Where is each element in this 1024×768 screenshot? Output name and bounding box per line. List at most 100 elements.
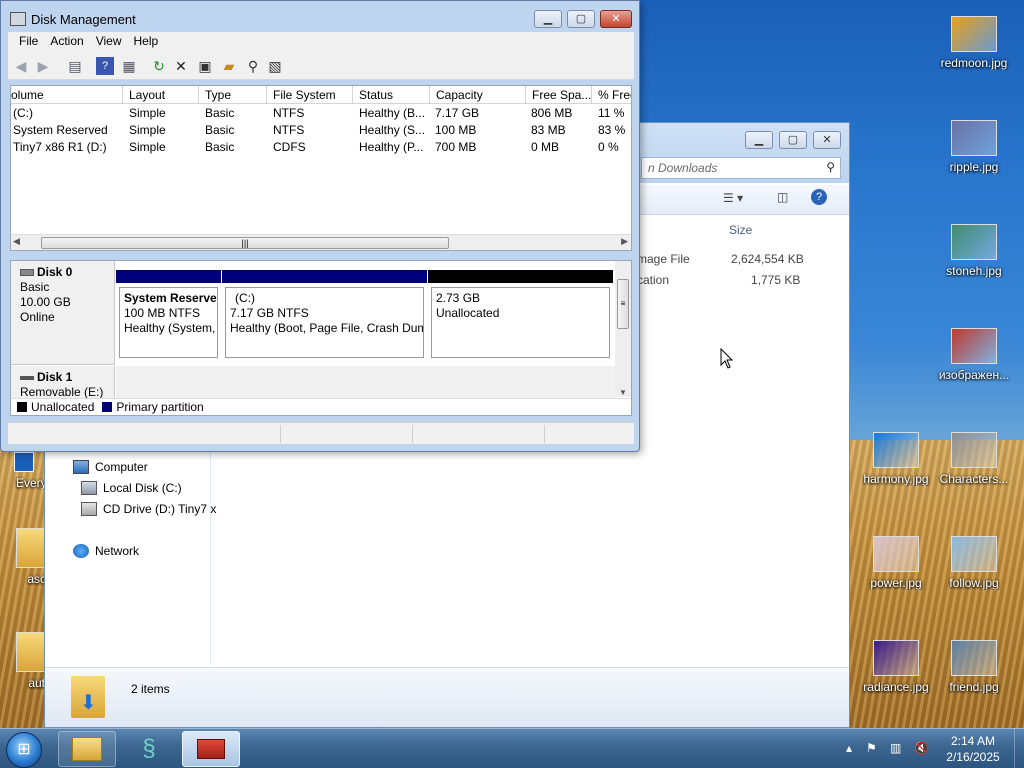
image-thumbnail-icon xyxy=(873,640,919,676)
search-input[interactable]: n Downloads ⚲ xyxy=(641,157,841,179)
app-icon: § xyxy=(142,735,156,762)
partition-unallocated[interactable]: 2.73 GB Unallocated xyxy=(428,270,613,358)
desktop-icon-6[interactable]: power.jpg xyxy=(856,536,936,590)
volume-cell: 700 MB xyxy=(435,140,477,154)
vertical-scrollbar[interactable]: ≡ ▼ xyxy=(615,261,631,397)
scrollbar-thumb[interactable]: ≡ xyxy=(617,279,629,329)
image-thumbnail-icon xyxy=(951,16,997,52)
image-thumbnail-icon xyxy=(951,328,997,364)
back-arrow-icon[interactable]: ◀ xyxy=(12,57,30,75)
settings-icon[interactable]: ▧ xyxy=(266,57,284,75)
minimize-button[interactable]: ▁ xyxy=(534,10,562,28)
image-thumbnail-icon xyxy=(951,640,997,676)
help-icon[interactable]: ? xyxy=(96,57,114,75)
volume-muted-icon[interactable]: 🔇 xyxy=(914,741,929,755)
desktop-icon-5[interactable]: Characters... xyxy=(934,432,1014,486)
window-title: Disk Management xyxy=(31,12,136,27)
partition-system-reserved[interactable]: System Reserve 100 MB NTFS Healthy (Syst… xyxy=(116,270,221,358)
desktop-icon-4[interactable]: harmony.jpg xyxy=(856,432,936,486)
explore-icon[interactable]: ⚲ xyxy=(244,57,262,75)
refresh-icon[interactable]: ↻ xyxy=(150,57,168,75)
column-header-size[interactable]: Size xyxy=(729,223,752,237)
volume-row[interactable]: Tiny7 x86 R1 (D:) Simple Basic CDFS Healthy … xyxy=(11,139,631,156)
computer-icon xyxy=(73,460,89,474)
mouse-cursor xyxy=(720,348,734,369)
column-header-status[interactable]: Status xyxy=(353,86,430,104)
volume-cell: Healthy (P... xyxy=(359,140,424,154)
desktop-icon-7[interactable]: follow.jpg xyxy=(934,536,1014,590)
column-header-file-system[interactable]: File System xyxy=(267,86,353,104)
close-button[interactable]: ✕ xyxy=(813,131,841,149)
legend: Unallocated Primary partition xyxy=(11,398,631,415)
column-header-volume[interactable]: olume xyxy=(11,86,123,104)
volume-cell: Tiny7 x86 R1 (D:) xyxy=(13,140,107,154)
show-hide-console-tree-icon[interactable]: ▤ xyxy=(66,57,84,75)
desktop-icon-label: ripple.jpg xyxy=(949,160,999,174)
volume-cell: System Reserved xyxy=(13,123,108,137)
scrollbar-thumb[interactable]: ||| xyxy=(41,237,449,249)
maximize-button[interactable]: ▢ xyxy=(567,10,595,28)
desktop-icon-label: follow.jpg xyxy=(949,576,999,590)
clock[interactable]: 2:14 AM 2/16/2025 xyxy=(934,733,1012,765)
legend-primary-swatch xyxy=(102,402,113,412)
file-row-name[interactable]: mage File xyxy=(637,252,690,266)
disk-graphical-view: Disk 0 Basic 10.00 GB Online System Rese… xyxy=(10,260,632,416)
desktop-icon-8[interactable]: radiance.jpg xyxy=(856,640,936,694)
nav-item-network[interactable]: Network xyxy=(73,544,139,558)
action-center-flag-icon[interactable]: ⚑ xyxy=(866,741,877,755)
horizontal-scrollbar[interactable]: ◀ ||| ▶ xyxy=(11,234,631,250)
nav-item-computer[interactable]: Computer xyxy=(73,460,148,474)
volume-cell: NTFS xyxy=(273,106,305,120)
disk0-header[interactable]: Disk 0 Basic 10.00 GB Online xyxy=(11,261,115,365)
close-button[interactable]: ✕ xyxy=(600,10,632,28)
column-header-free-space[interactable]: Free Spa... xyxy=(526,86,592,104)
removable-disk-icon xyxy=(20,375,34,380)
scroll-right-arrow-icon[interactable]: ▶ xyxy=(621,236,628,247)
help-icon[interactable]: ? xyxy=(811,189,827,205)
taskbar-disk-management-button[interactable] xyxy=(182,731,240,767)
scroll-left-arrow-icon[interactable]: ◀ xyxy=(13,236,20,247)
column-header-layout[interactable]: Layout xyxy=(123,86,199,104)
delete-icon[interactable]: ✕ xyxy=(172,57,190,75)
desktop-icon-label: redmoon.jpg xyxy=(940,56,1008,70)
taskbar-explorer-button[interactable] xyxy=(58,731,116,767)
desktop-icon-9[interactable]: friend.jpg xyxy=(934,640,1014,694)
menu-view[interactable]: View xyxy=(90,32,128,48)
show-hidden-icons-icon[interactable]: ▴ xyxy=(846,741,852,755)
partition-c[interactable]: (C:) 7.17 GB NTFS Healthy (Boot, Page Fi… xyxy=(222,270,427,358)
partition-status: Healthy (Boot, Page File, Crash Dum xyxy=(230,321,424,335)
properties-icon[interactable]: ▣ xyxy=(196,57,214,75)
taskbar-app-button[interactable]: § xyxy=(120,731,178,767)
image-thumbnail-icon xyxy=(951,536,997,572)
legend-unallocated-label: Unallocated xyxy=(31,400,95,414)
status-pane xyxy=(412,425,544,443)
desktop-icon-1[interactable]: ripple.jpg xyxy=(934,120,1014,174)
desktop-icon-3[interactable]: изображен... xyxy=(934,328,1014,382)
forward-arrow-icon[interactable]: ▶ xyxy=(34,57,52,75)
volume-row[interactable]: (C:) Simple Basic NTFS Healthy (B... 7.17 GB 8… xyxy=(11,105,631,122)
downloads-folder-icon: ⬇ xyxy=(71,676,105,718)
disk-management-window: Disk Management ▁ ▢ ✕ File Action View Help… xyxy=(0,0,640,452)
maximize-button[interactable]: ▢ xyxy=(779,131,807,149)
nav-item-local-disk[interactable]: Local Disk (C:) xyxy=(81,481,182,495)
view-options-icon[interactable]: ☰ ▾ xyxy=(723,191,743,205)
column-header-capacity[interactable]: Capacity xyxy=(430,86,526,104)
menu-action[interactable]: Action xyxy=(44,32,89,48)
file-row-name[interactable]: cation xyxy=(637,273,669,287)
open-folder-icon[interactable]: ▰ xyxy=(220,57,238,75)
desktop-icon-2[interactable]: stoneh.jpg xyxy=(934,224,1014,278)
volume-row[interactable]: System Reserved Simple Basic NTFS Healthy (S… xyxy=(11,122,631,139)
show-desktop-button[interactable] xyxy=(1014,729,1024,768)
preview-pane-icon[interactable]: ◫ xyxy=(777,190,788,204)
nav-item-cd-drive[interactable]: CD Drive (D:) Tiny7 x xyxy=(81,502,216,516)
column-header-percent-free[interactable]: % Free xyxy=(592,86,631,104)
minimize-button[interactable]: ▁ xyxy=(745,131,773,149)
network-icon xyxy=(73,544,89,558)
desktop-icon-0[interactable]: redmoon.jpg xyxy=(934,16,1014,70)
show-hide-action-pane-icon[interactable]: ▦ xyxy=(120,57,138,75)
menu-help[interactable]: Help xyxy=(128,32,165,48)
menu-file[interactable]: File xyxy=(8,32,44,48)
network-tray-icon[interactable]: ▥ xyxy=(890,741,901,755)
column-header-type[interactable]: Type xyxy=(199,86,267,104)
start-button[interactable]: ⊞ xyxy=(6,732,42,768)
